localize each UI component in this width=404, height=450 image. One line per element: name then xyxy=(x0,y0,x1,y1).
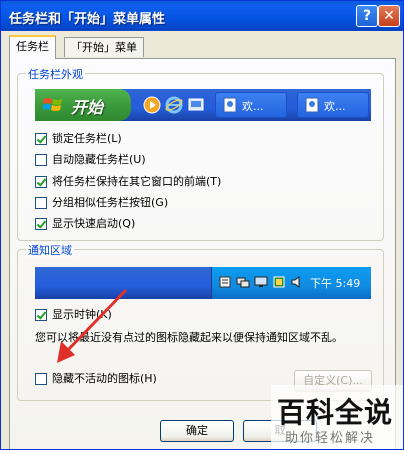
windows-logo-icon xyxy=(43,98,62,111)
group-title-taskbar-appearance: 任务栏外观 xyxy=(26,66,85,82)
ok-button[interactable]: 确定 xyxy=(160,420,234,442)
tab-taskbar[interactable]: 任务栏 xyxy=(9,35,56,59)
taskbar-window-label-2: 欢... xyxy=(324,100,346,113)
group-title-notification-area: 通知区域 xyxy=(26,242,74,258)
watermark: 百科全说 助你轻松解决 xyxy=(271,385,403,449)
document-icon xyxy=(223,97,237,113)
show-desktop-icon xyxy=(188,98,204,111)
checkbox[interactable] xyxy=(35,176,47,188)
option-label: 自动隐藏任务栏(U) xyxy=(52,153,146,166)
option-label: 分组相似任务栏按钮(G) xyxy=(52,196,169,209)
help-icon[interactable]: ? xyxy=(356,5,378,27)
taskbar-window-label-1: 欢... xyxy=(242,100,264,113)
checkbox[interactable] xyxy=(35,373,47,385)
tray-network-icon xyxy=(236,277,250,288)
close-icon[interactable]: ✕ xyxy=(378,5,400,27)
option-label: 显示快速启动(Q) xyxy=(52,217,136,230)
media-player-icon xyxy=(143,96,161,114)
checkbox[interactable] xyxy=(35,154,47,166)
notification-description: 您可以将最近没有点过的图标隐藏起来以便保持通知区域不乱。 xyxy=(35,331,343,344)
tab-start-menu[interactable]: 「开始」菜单 xyxy=(64,37,144,57)
option-label: 隐藏不活动的图标(H) xyxy=(52,372,157,385)
window-title: 任务栏和「开始」菜单属性 xyxy=(9,12,166,27)
checkbox[interactable] xyxy=(35,133,47,145)
tray-monitor-icon xyxy=(254,276,268,287)
document-icon xyxy=(305,97,319,113)
option-label: 将任务栏保持在其它窗口的前端(T) xyxy=(52,175,222,188)
tray-preview: 下午 5:49 xyxy=(35,267,371,299)
internet-explorer-icon xyxy=(165,96,183,114)
checkbox[interactable] xyxy=(35,218,47,230)
option-label: 锁定任务栏(L) xyxy=(52,132,122,145)
tray-security-icon xyxy=(273,276,285,288)
system-tray: 下午 5:49 xyxy=(211,267,371,299)
taskbar-preview: 开始 欢... 欢... xyxy=(35,89,371,121)
title-bar[interactable]: 任务栏和「开始」菜单属性 ? ✕ xyxy=(1,1,403,31)
taskbar-window-button-1: 欢... xyxy=(215,92,287,118)
option-label: 显示时钟(K) xyxy=(52,308,112,321)
tray-volume-icon xyxy=(291,276,300,288)
start-button-preview: 开始 xyxy=(35,89,131,121)
properties-window: 任务栏和「开始」菜单属性 ? ✕ 任务栏 「开始」菜单 任务栏外观 开始 欢..… xyxy=(0,0,404,450)
start-label: 开始 xyxy=(71,98,104,117)
watermark-title: 百科全说 xyxy=(277,396,394,429)
watermark-subtitle: 助你轻松解决 xyxy=(285,431,376,446)
checkbox[interactable] xyxy=(35,309,47,321)
taskbar-window-button-2: 欢... xyxy=(297,92,369,118)
checkbox[interactable] xyxy=(35,197,47,209)
tray-program-icon xyxy=(219,276,231,288)
tray-clock: 下午 5:49 xyxy=(310,277,361,290)
